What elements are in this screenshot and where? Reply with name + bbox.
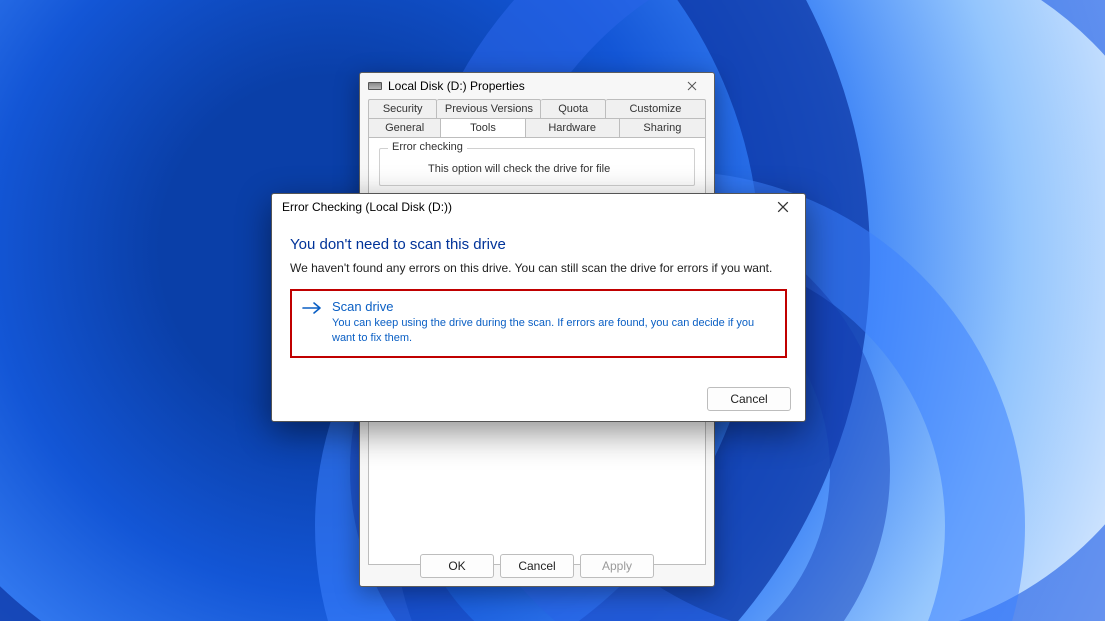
error-checking-title: Error Checking (Local Disk (D:)) — [282, 200, 763, 214]
tab-customize[interactable]: Customize — [606, 99, 706, 118]
close-icon — [777, 201, 789, 213]
properties-tabs-row1: Security Previous Versions Quota Customi… — [368, 99, 706, 118]
scan-drive-action[interactable]: Scan drive You can keep using the drive … — [290, 289, 787, 358]
error-checking-headline: You don't need to scan this drive — [290, 236, 787, 253]
tab-sharing[interactable]: Sharing — [620, 118, 706, 137]
error-checking-groupbox: Error checking This option will check th… — [379, 148, 695, 186]
error-checking-subtext: We haven't found any errors on this driv… — [290, 261, 787, 275]
properties-tabs-row2: General Tools Hardware Sharing — [368, 118, 706, 137]
error-checking-close-button[interactable] — [763, 196, 803, 218]
groupbox-title: Error checking — [388, 141, 467, 153]
properties-close-button[interactable] — [672, 75, 712, 97]
error-checking-titlebar[interactable]: Error Checking (Local Disk (D:)) — [272, 194, 805, 220]
properties-button-row: OK Cancel Apply — [360, 554, 714, 578]
scan-drive-title: Scan drive — [332, 299, 775, 314]
groupbox-description: This option will check the drive for fil… — [428, 163, 684, 175]
drive-icon — [368, 82, 382, 90]
properties-title: Local Disk (D:) Properties — [388, 79, 672, 93]
tab-security[interactable]: Security — [368, 99, 437, 118]
apply-button[interactable]: Apply — [580, 554, 654, 578]
scan-drive-description: You can keep using the drive during the … — [332, 316, 775, 346]
tab-previous-versions[interactable]: Previous Versions — [437, 99, 541, 118]
properties-titlebar[interactable]: Local Disk (D:) Properties — [360, 73, 714, 99]
tab-tools[interactable]: Tools — [441, 118, 525, 137]
tab-quota[interactable]: Quota — [541, 99, 605, 118]
desktop-background: Local Disk (D:) Properties Security Prev… — [0, 0, 1105, 621]
arrow-right-icon — [302, 301, 322, 346]
tab-hardware[interactable]: Hardware — [526, 118, 620, 137]
error-checking-cancel-button[interactable]: Cancel — [707, 387, 791, 411]
close-icon — [687, 81, 697, 91]
error-checking-dialog: Error Checking (Local Disk (D:)) You don… — [271, 193, 806, 422]
ok-button[interactable]: OK — [420, 554, 494, 578]
tab-general[interactable]: General — [368, 118, 441, 137]
cancel-button[interactable]: Cancel — [500, 554, 574, 578]
